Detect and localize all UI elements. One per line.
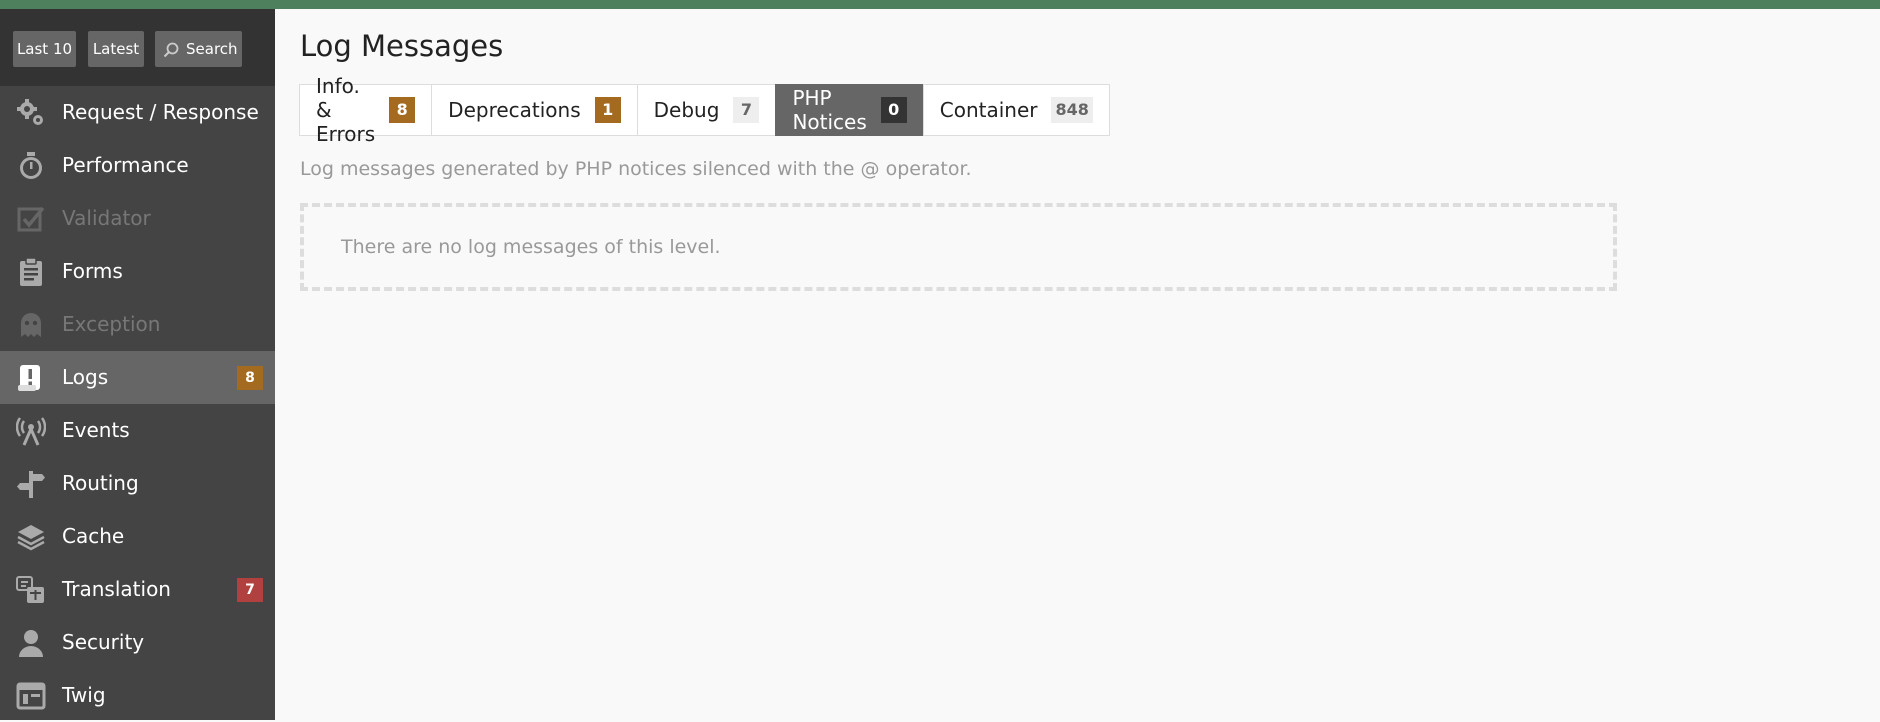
sidebar-item-label: Cache — [62, 524, 125, 548]
sidebar-item-label: Validator — [62, 206, 151, 230]
tab-container[interactable]: Container 848 — [922, 84, 1110, 136]
tab-count-badge: 7 — [733, 97, 760, 123]
checkbox-icon — [17, 206, 45, 232]
tab-label: PHP Notices — [792, 86, 867, 134]
sidebar-item-validator[interactable]: Validator — [0, 192, 275, 245]
ghost-icon — [21, 313, 41, 337]
help-text: Log messages generated by PHP notices si… — [300, 158, 972, 180]
tab-label: Debug — [653, 98, 720, 122]
tab-deprecations[interactable]: Deprecations 1 — [431, 84, 638, 136]
sidebar-item-label: Forms — [62, 259, 123, 283]
sidebar-item-forms[interactable]: Forms — [0, 245, 275, 298]
page-title: Log Messages — [300, 29, 504, 63]
sidebar-item-exception[interactable]: Exception — [0, 298, 275, 351]
log-level-tabs: Info. & Errors 8 Deprecations 1 Debug 7 … — [299, 74, 1110, 146]
sidebar-item-label: Events — [62, 418, 130, 442]
sidebar-item-label: Exception — [62, 312, 161, 336]
empty-message: There are no log messages of this level. — [300, 203, 1617, 291]
layers-icon — [17, 525, 45, 551]
form-icon — [20, 257, 42, 286]
tab-count-badge: 1 — [594, 97, 621, 123]
panel-menu: Request / Response Performance Validator — [0, 86, 275, 722]
sidebar-item-label: Twig — [62, 683, 106, 707]
latest-button[interactable]: Latest — [88, 31, 144, 67]
tab-label: Deprecations — [448, 98, 581, 122]
sidebar-item-label: Logs — [62, 365, 109, 389]
tab-count-badge: 848 — [1051, 97, 1093, 123]
tab-debug[interactable]: Debug 7 — [636, 84, 777, 136]
logs-count-badge: 8 — [237, 366, 263, 390]
sidebar-item-label: Performance — [62, 153, 189, 177]
sidebar-item-performance[interactable]: Performance — [0, 139, 275, 192]
gears-icon — [17, 99, 43, 125]
sidebar-item-logs[interactable]: Logs 8 — [0, 351, 275, 404]
template-icon — [16, 682, 46, 710]
top-bar — [0, 0, 1880, 9]
translation-icon — [16, 576, 44, 603]
sidebar-toolbar: Last 10 Latest Search — [0, 9, 275, 86]
stopwatch-icon — [20, 152, 42, 179]
sidebar-item-twig[interactable]: Twig — [0, 669, 275, 722]
sidebar-item-label: Routing — [62, 471, 139, 495]
sidebar-item-label: Security — [62, 630, 145, 654]
signpost-icon — [17, 471, 45, 498]
sidebar-item-request-response[interactable]: Request / Response — [0, 86, 275, 139]
tab-count-badge: 8 — [389, 97, 416, 123]
search-icon — [163, 42, 179, 58]
sidebar-item-routing[interactable]: Routing — [0, 457, 275, 510]
search-label: Search — [186, 40, 238, 58]
sidebar-item-cache[interactable]: Cache — [0, 510, 275, 563]
tab-info-errors[interactable]: Info. & Errors 8 — [299, 74, 433, 146]
tab-label: Container — [939, 98, 1038, 122]
sidebar-item-security[interactable]: Security — [0, 616, 275, 669]
sidebar-item-translation[interactable]: Translation 7 — [0, 563, 275, 616]
sidebar-item-label: Translation — [62, 577, 171, 601]
tab-label: Info. & Errors — [316, 74, 376, 146]
logs-icon — [18, 365, 40, 391]
sidebar-item-label: Request / Response — [62, 100, 259, 124]
sidebar-item-events[interactable]: Events — [0, 404, 275, 457]
tab-count-badge: 0 — [880, 97, 907, 123]
translation-count-badge: 7 — [237, 578, 263, 602]
sidebar: Last 10 Latest Search Request / Response — [0, 9, 275, 720]
events-icon — [16, 417, 46, 446]
last-10-button[interactable]: Last 10 — [13, 31, 76, 67]
user-icon — [19, 630, 43, 657]
tab-php-notices[interactable]: PHP Notices 0 — [775, 84, 924, 136]
search-button[interactable]: Search — [155, 31, 242, 67]
